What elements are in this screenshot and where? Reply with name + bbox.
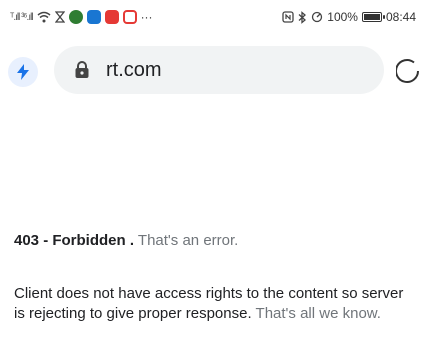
error-heading: 403 - Forbidden . That's an error. (14, 232, 238, 249)
address-bar[interactable]: rt.com (54, 46, 384, 94)
bolt-icon[interactable] (8, 57, 38, 87)
lock-icon[interactable] (72, 60, 92, 80)
app-notification-icon (122, 10, 137, 24)
clock: 08:44 (385, 10, 416, 24)
data-saver-icon (312, 11, 323, 23)
browser-page: ᵀ.ıll ³⁶.ıll ··· 100% 08:44 rt.com 403 -… (0, 0, 422, 343)
app-notification-icon (86, 10, 101, 24)
hourglass-icon (54, 11, 65, 23)
nfc-icon (282, 11, 294, 23)
battery-percentage: 100% (327, 10, 358, 24)
status-left: ᵀ.ıll ³⁶.ıll ··· (10, 10, 153, 24)
reload-icon[interactable] (396, 58, 422, 84)
battery-icon (361, 12, 385, 22)
error-suffix: That's all we know. (255, 305, 381, 322)
address-bar-row: rt.com (0, 44, 422, 100)
more-notifications-icon: ··· (140, 10, 153, 24)
signal-strength-icon: ᵀ.ıll ³⁶.ıll (10, 11, 34, 23)
wifi-icon (37, 11, 51, 23)
error-code: 403 - Forbidden . (14, 232, 135, 249)
bluetooth-icon (298, 10, 307, 24)
url-text[interactable]: rt.com (106, 59, 162, 82)
status-right: 100% 08:44 (282, 10, 416, 24)
error-tagline: That's an error. (137, 232, 239, 249)
app-notification-icon (104, 10, 119, 24)
app-notification-icon (68, 10, 83, 24)
status-bar: ᵀ.ıll ³⁶.ıll ··· 100% 08:44 (0, 0, 422, 34)
error-message: Client does not have access rights to th… (14, 284, 418, 324)
